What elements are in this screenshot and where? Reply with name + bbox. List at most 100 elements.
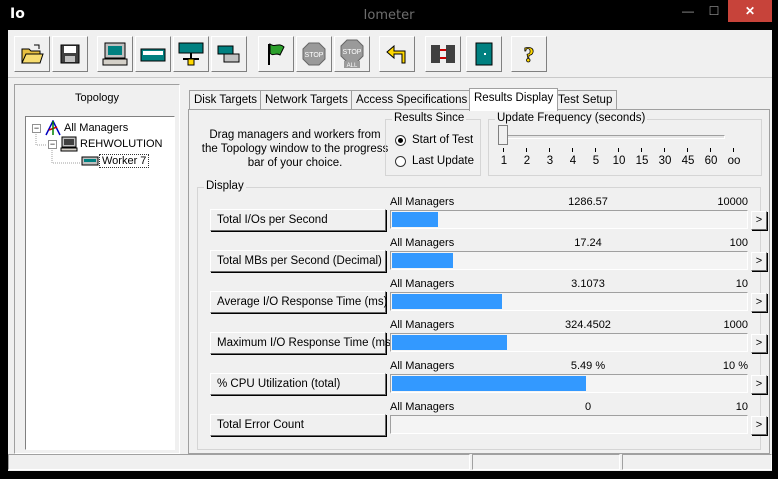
minimize-button[interactable]: — xyxy=(675,0,701,22)
svg-text:STOP: STOP xyxy=(343,49,362,56)
tree-item-worker[interactable]: Worker 7 xyxy=(81,153,150,169)
collapse-toggle[interactable]: − xyxy=(48,139,57,149)
help-button[interactable]: ? xyxy=(511,36,547,72)
metric-range-arrow-button[interactable]: > xyxy=(751,416,767,435)
results-since-group: Results Since Start of Test Last Update xyxy=(385,112,481,176)
close-button[interactable]: ✕ xyxy=(728,0,772,22)
results-display-panel: Drag managers and workers from the Topol… xyxy=(188,109,770,454)
progress-bar-fill xyxy=(392,294,502,309)
update-frequency-track[interactable] xyxy=(501,135,725,139)
metric-range-arrow-button[interactable]: > xyxy=(751,375,767,394)
topology-tree[interactable]: − All Managers − REHWOLUTION Worker 7 xyxy=(25,116,175,450)
bar-value-label: 0 xyxy=(584,401,592,413)
bar-value-label: 5.49 % xyxy=(570,360,606,372)
open-config-button[interactable] xyxy=(14,36,50,72)
stop-test-button[interactable]: STOP xyxy=(296,36,332,72)
bar-value-label: 3.1073 xyxy=(571,278,605,290)
frequency-tick-label: 10 xyxy=(612,155,626,167)
bar-max-label: 10 % xyxy=(722,360,748,372)
frequency-tick xyxy=(595,148,596,152)
metric-range-arrow-button[interactable]: > xyxy=(751,334,767,353)
tree-label-all-managers: All Managers xyxy=(64,122,129,134)
progress-bar[interactable] xyxy=(390,210,748,229)
exit-button[interactable] xyxy=(466,36,502,72)
update-frequency-title: Update Frequency (seconds) xyxy=(495,112,648,124)
bar-value-label: 17.24 xyxy=(574,237,602,249)
frequency-tick-label: 2 xyxy=(523,155,531,167)
radio-last-update[interactable]: Last Update xyxy=(395,155,474,167)
window-title: Iometer xyxy=(363,8,415,23)
metric-range-arrow-button[interactable]: > xyxy=(751,293,767,312)
bar-value-label: 324.4502 xyxy=(565,319,611,331)
computer-icon xyxy=(60,136,78,152)
bar-source-label: All Managers xyxy=(390,278,455,290)
bar-max-label: 1000 xyxy=(723,319,748,331)
results-since-title: Results Since xyxy=(392,112,467,124)
metric-range-arrow-button[interactable]: > xyxy=(751,211,767,230)
status-pane-middle xyxy=(472,454,620,470)
client-area: STOP STOP ALL ? Topology − All Managers xyxy=(8,30,772,471)
maximize-button[interactable]: ☐ xyxy=(701,0,727,22)
bar-max-label: 10 xyxy=(735,278,748,290)
title-bar: Io Iometer — ☐ ✕ xyxy=(0,0,778,30)
tab-disk-targets[interactable]: Disk Targets xyxy=(189,90,263,110)
tab-access-specifications[interactable]: Access Specifications xyxy=(351,90,473,110)
frequency-tick-label: oo xyxy=(727,155,741,167)
metric-range-arrow-button[interactable]: > xyxy=(751,252,767,271)
progress-bar-fill xyxy=(392,335,507,350)
disconnect-button[interactable] xyxy=(425,36,461,72)
collapse-toggle[interactable]: − xyxy=(32,123,41,133)
radio-button[interactable] xyxy=(395,134,406,146)
tree-item-all-managers[interactable]: − All Managers xyxy=(32,120,130,136)
worker-disk-icon xyxy=(81,156,99,166)
tree-item-manager[interactable]: − REHWOLUTION xyxy=(48,136,165,152)
open-folder-icon xyxy=(21,44,44,64)
progress-bar[interactable] xyxy=(390,374,748,393)
metric-select-button[interactable]: % CPU Utilization (total) xyxy=(210,373,386,395)
frequency-tick-label: 45 xyxy=(681,155,695,167)
frequency-tick-label: 60 xyxy=(704,155,718,167)
help-icon: ? xyxy=(523,42,535,67)
duplicate-worker-icon xyxy=(217,45,240,63)
save-config-button[interactable] xyxy=(52,36,88,72)
tab-network-targets[interactable]: Network Targets xyxy=(260,90,353,110)
radio-label: Last Update xyxy=(412,155,475,167)
metric-select-button[interactable]: Maximum I/O Response Time (ms) xyxy=(210,332,395,354)
frequency-tick xyxy=(526,148,527,152)
frequency-tick-label: 15 xyxy=(635,155,649,167)
bar-max-label: 10000 xyxy=(717,196,748,208)
bar-source-label: All Managers xyxy=(390,237,455,249)
status-bar xyxy=(8,453,772,471)
progress-bar[interactable] xyxy=(390,251,748,270)
progress-bar[interactable] xyxy=(390,415,748,434)
bar-source-label: All Managers xyxy=(390,196,455,208)
all-managers-icon xyxy=(45,120,61,136)
reset-workers-button[interactable] xyxy=(379,36,415,72)
new-manager-button[interactable] xyxy=(173,36,209,72)
progress-bar[interactable] xyxy=(390,292,748,311)
tab-results-display[interactable]: Results Display xyxy=(469,88,559,111)
metric-select-button[interactable]: Total MBs per Second (Decimal) xyxy=(210,250,386,272)
metric-select-button[interactable]: Average I/O Response Time (ms) xyxy=(210,291,387,313)
metric-select-button[interactable]: Total I/Os per Second xyxy=(210,209,386,231)
metric-select-button[interactable]: Total Error Count xyxy=(210,414,386,436)
drag-instructions: Drag managers and workers from the Topol… xyxy=(201,129,389,169)
stop-all-button[interactable]: STOP ALL xyxy=(334,36,370,72)
network-worker-icon xyxy=(140,48,166,62)
start-tests-button[interactable] xyxy=(258,36,294,72)
frequency-tick-label: 5 xyxy=(592,155,600,167)
radio-start-of-test[interactable]: Start of Test xyxy=(395,134,473,146)
progress-bar[interactable] xyxy=(390,333,748,352)
green-flag-icon xyxy=(268,42,285,65)
bar-source-label: All Managers xyxy=(390,401,455,413)
new-network-worker-button[interactable] xyxy=(135,36,171,72)
back-arrow-icon xyxy=(386,44,406,64)
tab-test-setup[interactable]: Test Setup xyxy=(553,90,618,110)
radio-button[interactable] xyxy=(395,155,406,167)
frequency-tick-label: 30 xyxy=(658,155,672,167)
new-disk-worker-button[interactable] xyxy=(97,36,133,72)
duplicate-worker-button[interactable] xyxy=(211,36,247,72)
update-frequency-thumb[interactable] xyxy=(498,125,508,145)
stop-all-icon: STOP ALL xyxy=(340,39,364,69)
frequency-tick xyxy=(664,148,665,152)
